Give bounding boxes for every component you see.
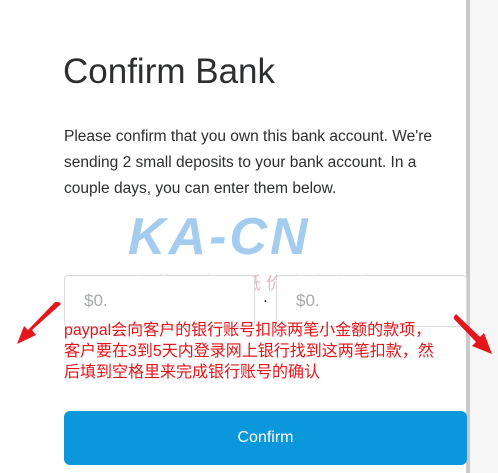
arrow-left-icon bbox=[17, 302, 61, 344]
page-right-gutter bbox=[470, 0, 498, 473]
instructions-text: Please confirm that you own this bank ac… bbox=[64, 128, 432, 197]
page-title: Confirm Bank bbox=[63, 52, 276, 91]
confirm-button[interactable]: Confirm bbox=[64, 411, 467, 465]
amount-separator: . bbox=[263, 289, 268, 306]
annotation-note: paypal会向客户的银行账号扣除两笔小金额的款项，客户要在3到5天内登录网上银… bbox=[64, 322, 434, 381]
arrow-right-icon bbox=[454, 314, 492, 354]
